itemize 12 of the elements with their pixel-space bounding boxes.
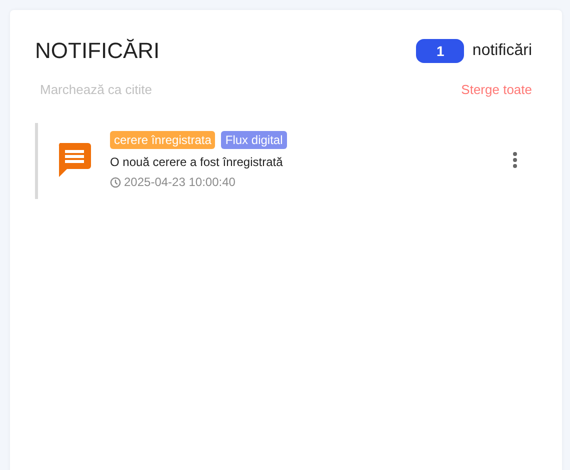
clock-icon: [110, 176, 121, 188]
count-label: notificări: [472, 42, 532, 60]
tag: cerere înregistrata: [110, 131, 216, 149]
delete-all-link[interactable]: Sterge toate: [461, 82, 532, 97]
notification-time: 2025-04-23 10:00:40: [124, 175, 236, 189]
more-options-icon[interactable]: [512, 151, 518, 169]
count-badge: 1: [416, 39, 464, 63]
notification-item[interactable]: cerere înregistrata Flux digital O nouă cerere a fost înregistrată 2025-04-23 10:00:40: [35, 123, 532, 199]
tag: Flux digital: [221, 131, 287, 149]
message-icon: [57, 143, 91, 177]
panel-title: NOTIFICĂRI: [35, 38, 160, 64]
notification-message: O nouă cerere a fost înregistrată: [110, 155, 284, 169]
